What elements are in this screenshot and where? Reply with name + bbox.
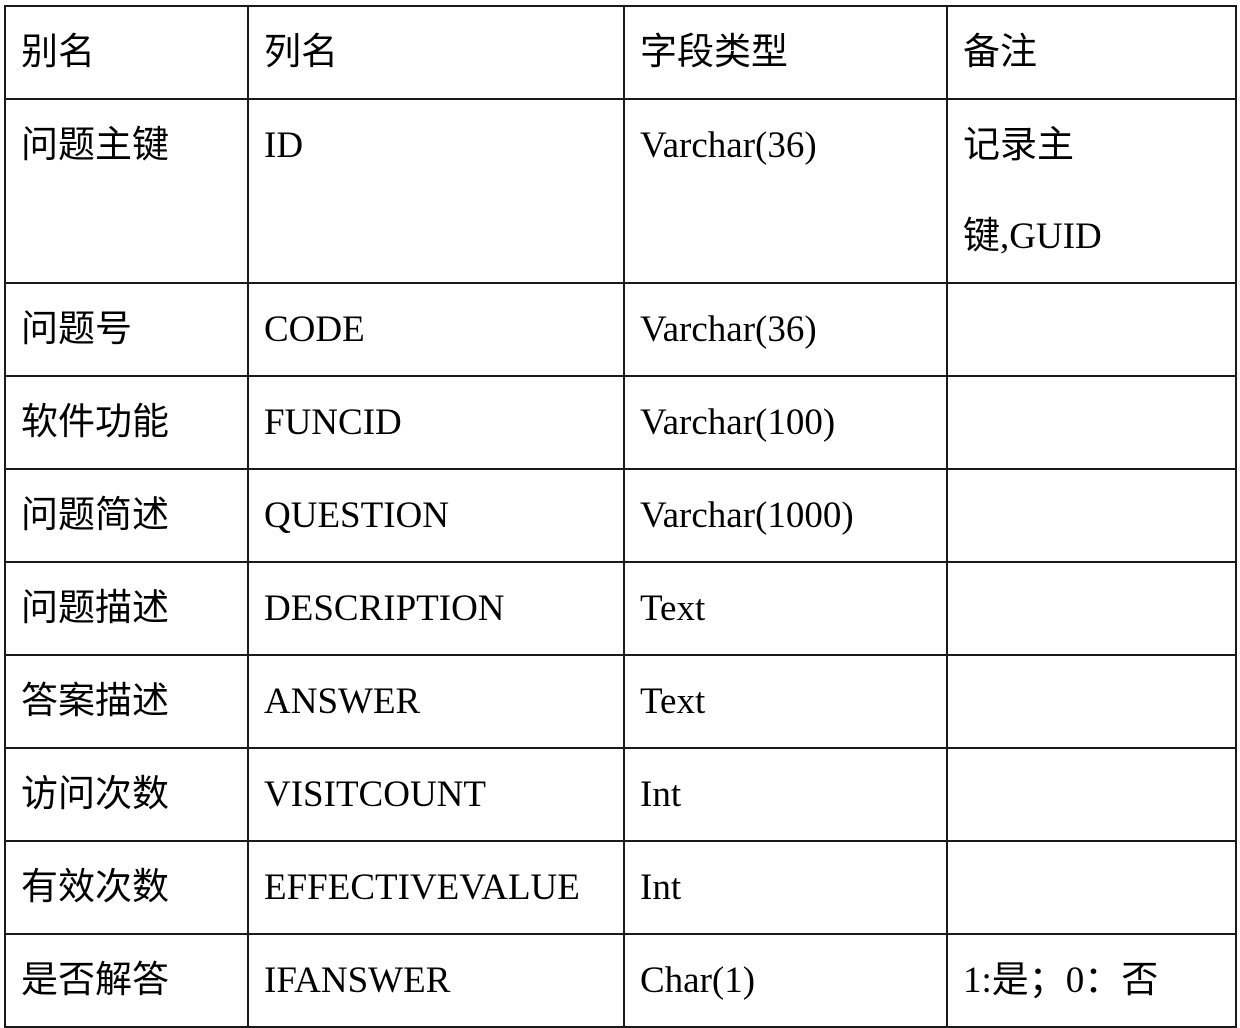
cell-note — [946, 282, 1237, 377]
cell-type: Text — [623, 654, 948, 749]
table-row: 有效次数 EFFECTIVEVALUE Int — [4, 840, 1237, 935]
cell-type: Int — [623, 840, 948, 935]
cell-type: Int — [623, 747, 948, 842]
cell-type: Text — [623, 561, 948, 656]
cell-column: ANSWER — [247, 654, 625, 749]
cell-column: ID — [247, 98, 625, 284]
table-row: 问题简述 QUESTION Varchar(1000) — [4, 468, 1237, 563]
table-row: 访问次数 VISITCOUNT Int — [4, 747, 1237, 842]
table-header-row: 别名 列名 字段类型 备注 — [4, 5, 1237, 100]
cell-type: Varchar(36) — [623, 282, 948, 377]
cell-type: Varchar(100) — [623, 375, 948, 470]
cell-alias: 问题描述 — [4, 561, 249, 656]
cell-column: EFFECTIVEVALUE — [247, 840, 625, 935]
cell-alias: 问题号 — [4, 282, 249, 377]
field-definition-table: 别名 列名 字段类型 备注 问题主键 ID Varchar(36) 记录主 键,… — [4, 5, 1237, 1028]
cell-column: DESCRIPTION — [247, 561, 625, 656]
cell-note — [946, 747, 1237, 842]
table-row: 问题主键 ID Varchar(36) 记录主 键,GUID — [4, 98, 1237, 284]
header-remarks: 备注 — [946, 5, 1237, 100]
table-row: 答案描述 ANSWER Text — [4, 654, 1237, 749]
cell-type: Char(1) — [623, 933, 948, 1028]
header-column-name: 列名 — [247, 5, 625, 100]
cell-alias: 软件功能 — [4, 375, 249, 470]
cell-note — [946, 375, 1237, 470]
header-alias: 别名 — [4, 5, 249, 100]
cell-note: 记录主 键,GUID — [946, 98, 1237, 284]
cell-note — [946, 840, 1237, 935]
cell-alias: 访问次数 — [4, 747, 249, 842]
cell-type: Varchar(1000) — [623, 468, 948, 563]
table-row: 软件功能 FUNCID Varchar(100) — [4, 375, 1237, 470]
cell-column: FUNCID — [247, 375, 625, 470]
cell-alias: 是否解答 — [4, 933, 249, 1028]
cell-alias: 问题主键 — [4, 98, 249, 284]
cell-alias: 答案描述 — [4, 654, 249, 749]
cell-column: VISITCOUNT — [247, 747, 625, 842]
cell-alias: 问题简述 — [4, 468, 249, 563]
cell-note — [946, 654, 1237, 749]
table-row: 问题号 CODE Varchar(36) — [4, 282, 1237, 377]
cell-alias: 有效次数 — [4, 840, 249, 935]
cell-note: 1:是；0：否 — [946, 933, 1237, 1028]
header-field-type: 字段类型 — [623, 5, 948, 100]
cell-column: IFANSWER — [247, 933, 625, 1028]
cell-note — [946, 468, 1237, 563]
cell-column: QUESTION — [247, 468, 625, 563]
table-row: 问题描述 DESCRIPTION Text — [4, 561, 1237, 656]
cell-note — [946, 561, 1237, 656]
cell-type: Varchar(36) — [623, 98, 948, 284]
table-row: 是否解答 IFANSWER Char(1) 1:是；0：否 — [4, 933, 1237, 1028]
cell-column: CODE — [247, 282, 625, 377]
